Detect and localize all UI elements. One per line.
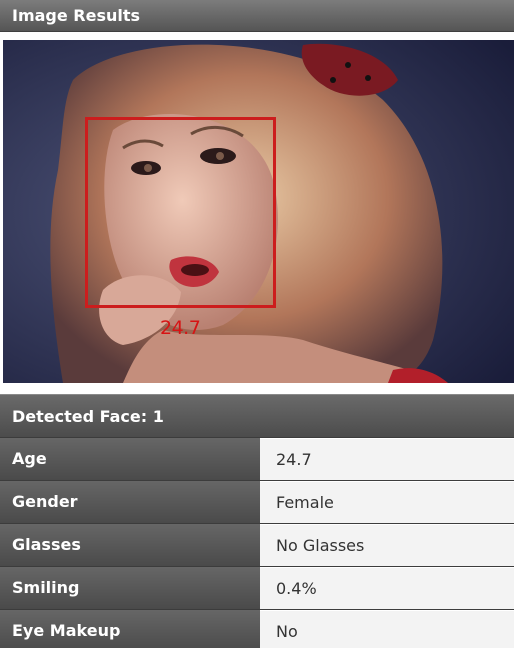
table-row-smiling: Smiling 0.4% bbox=[0, 566, 514, 609]
row-label: Gender bbox=[0, 481, 260, 523]
table-row-gender: Gender Female bbox=[0, 480, 514, 523]
row-value: 0.4% bbox=[260, 567, 514, 609]
table-row-age: Age 24.7 bbox=[0, 437, 514, 480]
table-row-eye-makeup: Eye Makeup No bbox=[0, 609, 514, 648]
results-page: Image Results 24.7 Detected Face: 1 Age … bbox=[0, 0, 514, 648]
row-value: No Glasses bbox=[260, 524, 514, 566]
row-label: Smiling bbox=[0, 567, 260, 609]
result-image: 24.7 bbox=[3, 40, 514, 383]
attributes-table: Age 24.7 Gender Female Glasses No Glasse… bbox=[0, 437, 514, 648]
face-bounding-box bbox=[85, 117, 276, 308]
row-value: No bbox=[260, 610, 514, 648]
row-label: Glasses bbox=[0, 524, 260, 566]
row-label: Eye Makeup bbox=[0, 610, 260, 648]
row-label: Age bbox=[0, 438, 260, 480]
table-row-glasses: Glasses No Glasses bbox=[0, 523, 514, 566]
detected-face-header: Detected Face: 1 bbox=[0, 394, 514, 437]
face-age-label: 24.7 bbox=[160, 317, 201, 339]
row-value: Female bbox=[260, 481, 514, 523]
image-results-header: Image Results bbox=[0, 0, 514, 32]
row-value: 24.7 bbox=[260, 438, 514, 480]
